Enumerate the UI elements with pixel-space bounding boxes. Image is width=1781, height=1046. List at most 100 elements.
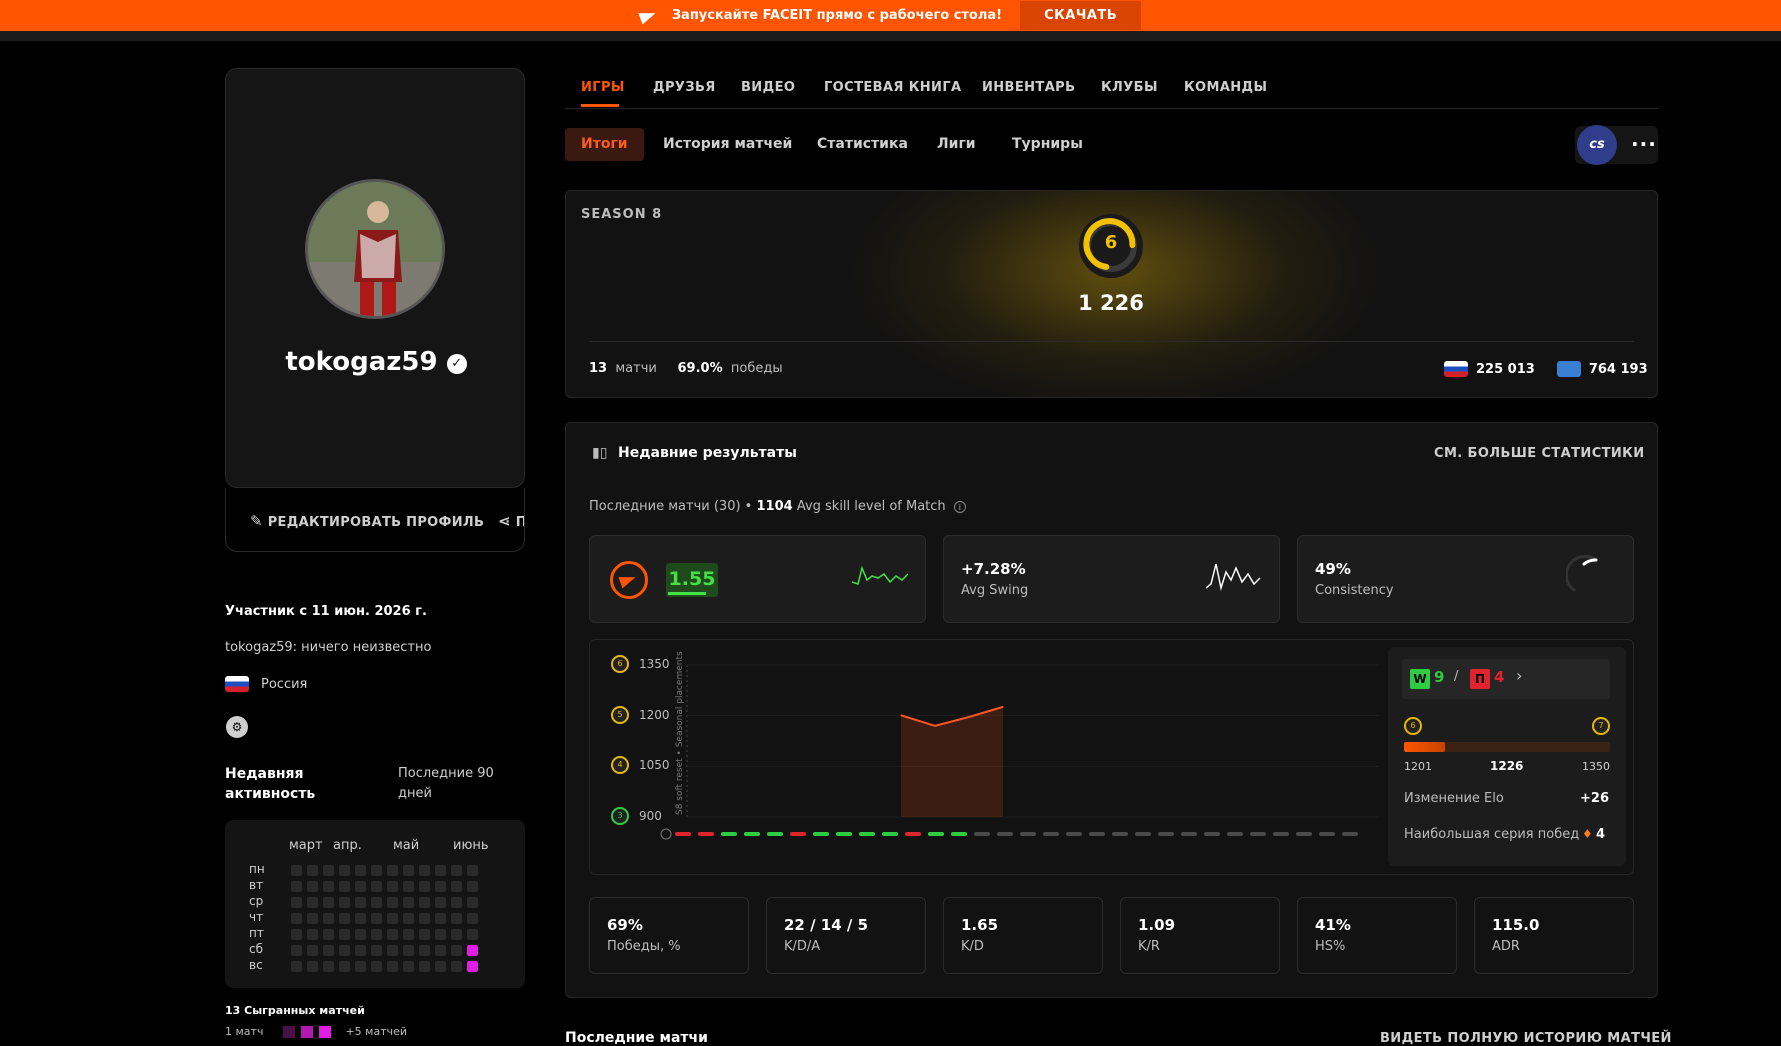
tab-guestbook[interactable]: ГОСТЕВАЯ КНИГА xyxy=(824,80,961,95)
match-result-segment[interactable] xyxy=(928,832,944,836)
match-result-segment[interactable] xyxy=(1227,832,1243,836)
heatmap-cell[interactable] xyxy=(403,865,414,876)
heatmap-cell[interactable] xyxy=(291,929,302,940)
heatmap-cell[interactable] xyxy=(307,913,318,924)
more-options-icon[interactable]: ··· xyxy=(1631,132,1657,156)
match-result-segment[interactable] xyxy=(698,832,714,836)
match-result-segment[interactable] xyxy=(836,832,852,836)
heatmap-cell[interactable] xyxy=(355,881,366,892)
match-result-segment[interactable] xyxy=(1135,832,1151,836)
heatmap-cell[interactable] xyxy=(387,897,398,908)
heatmap-cell[interactable] xyxy=(291,961,302,972)
heatmap-cell[interactable] xyxy=(339,865,350,876)
subtab-statistics[interactable]: Статистика xyxy=(817,128,908,161)
heatmap-cell[interactable] xyxy=(419,897,430,908)
match-result-segment[interactable] xyxy=(905,832,921,836)
heatmap-cell[interactable] xyxy=(435,945,446,956)
heatmap-cell[interactable] xyxy=(403,913,414,924)
heatmap-cell[interactable] xyxy=(355,897,366,908)
heatmap-cell[interactable] xyxy=(291,881,302,892)
heatmap-cell[interactable] xyxy=(307,897,318,908)
heatmap-cell[interactable] xyxy=(451,865,462,876)
consistency-card[interactable]: 49% Consistency xyxy=(1297,535,1634,623)
heatmap-cell[interactable] xyxy=(323,961,334,972)
subtab-overview[interactable]: Итоги xyxy=(565,128,644,161)
heatmap-cell[interactable] xyxy=(467,897,478,908)
heatmap-cell[interactable] xyxy=(419,961,430,972)
win-loss-record[interactable]: W 9 / П 4 › xyxy=(1402,659,1610,699)
elo-point[interactable] xyxy=(900,714,902,716)
share-button[interactable]: ⋖ ПОДЕЛИТЬСЯ xyxy=(498,512,524,530)
heatmap-cell[interactable] xyxy=(403,945,414,956)
swing-card[interactable]: +7.28% Avg Swing xyxy=(943,535,1280,623)
heatmap-cell[interactable] xyxy=(387,881,398,892)
heatmap-cell[interactable] xyxy=(355,945,366,956)
heatmap-cell[interactable] xyxy=(451,881,462,892)
match-result-segment[interactable] xyxy=(1273,832,1289,836)
heatmap-cell[interactable] xyxy=(339,897,350,908)
match-result-segment[interactable] xyxy=(1158,832,1174,836)
heatmap-cell[interactable] xyxy=(435,913,446,924)
match-result-segment[interactable] xyxy=(790,832,806,836)
match-result-segment[interactable] xyxy=(859,832,875,836)
heatmap-cell[interactable] xyxy=(387,961,398,972)
heatmap-cell[interactable] xyxy=(371,961,382,972)
heatmap-cell[interactable] xyxy=(355,865,366,876)
activity-period[interactable]: Последние 90 дней xyxy=(398,764,508,804)
heatmap-cell[interactable] xyxy=(419,929,430,940)
download-button[interactable]: СКАЧАТЬ xyxy=(1020,1,1142,30)
tab-games[interactable]: ИГРЫ xyxy=(581,80,625,95)
subtab-leagues[interactable]: Лиги xyxy=(937,128,976,161)
subtab-match-history[interactable]: История матчей xyxy=(663,128,792,161)
heatmap-cell[interactable] xyxy=(339,929,350,940)
heatmap-cell[interactable] xyxy=(451,913,462,924)
heatmap-cell[interactable] xyxy=(419,913,430,924)
tab-video[interactable]: ВИДЕО xyxy=(741,80,795,95)
chevron-right-icon[interactable]: › xyxy=(1516,666,1522,685)
heatmap-cell[interactable] xyxy=(435,961,446,972)
tab-friends[interactable]: ДРУЗЬЯ xyxy=(653,80,716,95)
tab-teams[interactable]: КОМАНДЫ xyxy=(1184,80,1267,95)
heatmap-cell[interactable] xyxy=(323,913,334,924)
heatmap-cell[interactable] xyxy=(435,865,446,876)
heatmap-cell[interactable] xyxy=(355,961,366,972)
heatmap-cell[interactable] xyxy=(307,881,318,892)
info-icon[interactable]: i xyxy=(953,501,966,513)
heatmap-cell[interactable] xyxy=(323,881,334,892)
tab-clubs[interactable]: КЛУБЫ xyxy=(1101,80,1158,95)
heatmap-cell[interactable] xyxy=(371,881,382,892)
heatmap-cell[interactable] xyxy=(307,865,318,876)
see-more-stats-link[interactable]: СМ. БОЛЬШЕ СТАТИСТИКИ xyxy=(1434,446,1644,461)
heatmap-cell[interactable] xyxy=(371,865,382,876)
heatmap-cell[interactable] xyxy=(323,897,334,908)
heatmap-cell[interactable] xyxy=(467,913,478,924)
heatmap-cell[interactable] xyxy=(323,929,334,940)
heatmap-cell[interactable] xyxy=(467,881,478,892)
match-result-segment[interactable] xyxy=(1250,832,1266,836)
heatmap-cell[interactable] xyxy=(371,929,382,940)
heatmap-cell[interactable] xyxy=(291,865,302,876)
heatmap-cell[interactable] xyxy=(403,881,414,892)
avatar[interactable] xyxy=(305,179,445,319)
heatmap-cell[interactable] xyxy=(451,961,462,972)
heatmap-cell[interactable] xyxy=(451,897,462,908)
subtab-tournaments[interactable]: Турниры xyxy=(1012,128,1083,161)
heatmap-cell[interactable] xyxy=(435,897,446,908)
region-rank[interactable]: 764 193 xyxy=(1589,362,1648,377)
heatmap-cell-active[interactable] xyxy=(467,961,478,972)
heatmap-cell[interactable] xyxy=(467,865,478,876)
heatmap-cell[interactable] xyxy=(435,881,446,892)
heatmap-cell[interactable] xyxy=(419,881,430,892)
heatmap-cell[interactable] xyxy=(371,913,382,924)
heatmap-cell[interactable] xyxy=(371,945,382,956)
heatmap-cell[interactable] xyxy=(355,913,366,924)
match-result-segment[interactable] xyxy=(1020,832,1036,836)
match-result-segment[interactable] xyxy=(1089,832,1105,836)
heatmap-cell[interactable] xyxy=(451,945,462,956)
tab-inventory[interactable]: ИНВЕНТАРЬ xyxy=(982,80,1075,95)
heatmap-cell[interactable] xyxy=(451,929,462,940)
cs-game-icon[interactable]: cs xyxy=(1577,125,1617,165)
edit-profile-button[interactable]: ✎ РЕДАКТИРОВАТЬ ПРОФИЛЬ xyxy=(250,512,484,530)
heatmap-cell[interactable] xyxy=(403,929,414,940)
heatmap-cell[interactable] xyxy=(307,945,318,956)
